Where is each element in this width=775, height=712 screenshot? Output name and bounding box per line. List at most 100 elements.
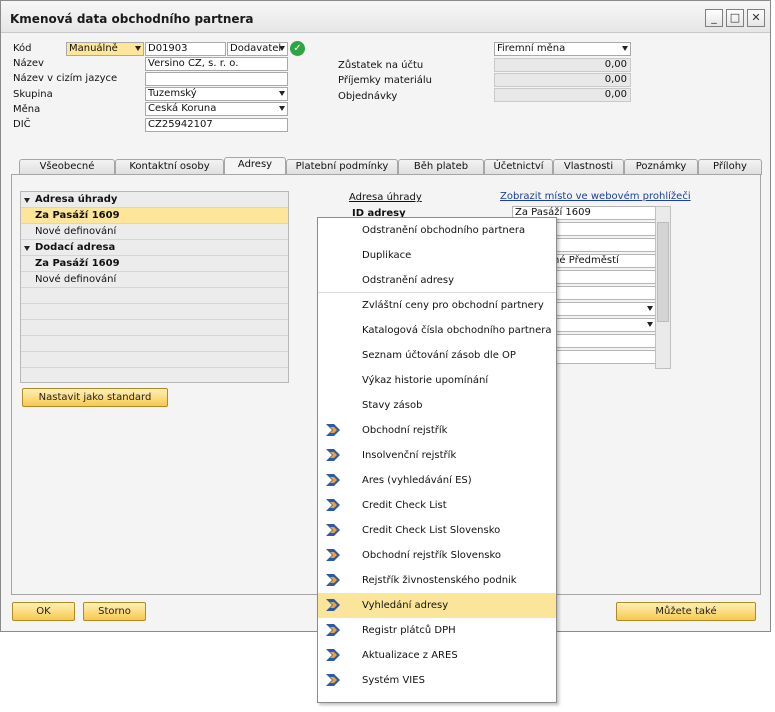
window-title: Kmenová data obchodního partnera [10, 12, 254, 26]
chevron-down-icon [279, 106, 285, 111]
context-menu: Odstranění obchodního partnera Duplikace… [317, 217, 557, 703]
address-grid: Adresa úhrady Za Pasáží 1609 Nové defino… [20, 191, 289, 383]
tab-kontaktni-osoby[interactable]: Kontaktní osoby [115, 159, 224, 175]
tab-vseobecne[interactable]: Všeobecné [19, 159, 115, 175]
menu-item-zvlastni-ceny[interactable]: Zvláštní ceny pro obchodní partnery [318, 293, 556, 318]
tab-poznamky[interactable]: Poznámky [624, 159, 698, 175]
set-default-button[interactable]: Nastavit jako standard [22, 388, 168, 407]
detail-scrollbar[interactable] [655, 206, 671, 369]
mena-value: Česká Koruna [148, 103, 217, 114]
empty-row [21, 352, 288, 368]
tab-beh-plateb[interactable]: Běh plateb [398, 159, 484, 175]
collapse-icon [24, 246, 30, 251]
mena-select[interactable]: Česká Koruna [145, 102, 288, 116]
chevron-down-icon [279, 91, 285, 96]
kod-series-select[interactable]: Manuálně [66, 42, 144, 56]
kod-input[interactable]: D01903 [145, 42, 226, 56]
menu-item-label: Ares (vyhledávání ES) [362, 475, 472, 486]
objednavky-value: 0,00 [494, 88, 631, 102]
nazev-input[interactable]: Versino CZ, s. r. o. [145, 57, 288, 71]
chevron-down-icon [647, 322, 653, 327]
dic-input[interactable]: CZ25942107 [145, 118, 288, 132]
menu-item-katalogova-cisla[interactable]: Katalogová čísla obchodního partnera [318, 318, 556, 343]
tab-prilohy[interactable]: Přílohy [698, 159, 762, 175]
skupina-value: Tuzemský [148, 88, 197, 99]
menu-item-obchodni-rejstrik-sk[interactable]: Obchodní rejstřík Slovensko [318, 543, 556, 568]
menu-item-aktualizace-ares[interactable]: Aktualizace z ARES [318, 643, 556, 668]
chevron-down-icon [622, 46, 628, 51]
nazev-cizi-input[interactable] [145, 72, 288, 86]
menu-item-registr-dph[interactable]: Registr plátců DPH [318, 618, 556, 643]
menu-item-credit-check-sk[interactable]: Credit Check List Slovensko [318, 518, 556, 543]
address-row[interactable]: Nové definování [21, 272, 288, 288]
close-button[interactable]: ✕ [747, 9, 765, 27]
zustatek-label: Zůstatek na účtu [338, 60, 424, 71]
menu-item-odstraneni-partnera[interactable]: Odstranění obchodního partnera [318, 218, 556, 243]
scrollbar-thumb[interactable] [657, 222, 669, 322]
chevron-down-icon [647, 306, 653, 311]
menu-item-label: Obchodní rejstřík Slovensko [362, 550, 502, 561]
skupina-label: Skupina [13, 89, 53, 100]
menu-item-label: Registr plátců DPH [362, 625, 456, 636]
empty-row [21, 336, 288, 352]
chevron-down-icon [135, 46, 141, 51]
mena-label: Měna [13, 104, 41, 115]
menu-item-insolvencni-rejstrik[interactable]: Insolvenční rejstřík [318, 443, 556, 468]
ok-button[interactable]: OK [12, 602, 75, 621]
group-label: Dodací adresa [35, 242, 116, 253]
menu-item-zivnostensky-rejstrik[interactable]: Rejstřík živnostenského podnik [318, 568, 556, 593]
addon-icon [324, 422, 342, 439]
menu-item-credit-check[interactable]: Credit Check List [318, 493, 556, 518]
prijemky-value: 0,00 [494, 73, 631, 87]
browser-link[interactable]: Zobrazit místo ve webovém prohlížeči [500, 191, 691, 202]
maximize-button[interactable]: □ [726, 9, 744, 27]
prijemky-label: Příjemky materiálu [338, 75, 433, 86]
kod-label: Kód [13, 43, 32, 54]
more-actions-button[interactable]: Můžete také [616, 602, 756, 621]
collapse-icon [24, 198, 30, 203]
nazev-label: Název [13, 58, 44, 69]
cancel-button[interactable]: Storno [83, 602, 146, 621]
addon-icon [326, 449, 340, 461]
menu-item-obchodni-rejstrik[interactable]: Obchodní rejstřík [318, 418, 556, 443]
menu-item-label: Credit Check List [362, 500, 447, 511]
group-dodaci-adresa[interactable]: Dodací adresa [21, 240, 288, 256]
address-row[interactable]: Za Pasáží 1609 [21, 256, 288, 272]
menu-item-label: Obchodní rejstřík [362, 425, 448, 436]
menu-item-label: Credit Check List Slovensko [362, 525, 501, 536]
menu-item-seznam-uctovani[interactable]: Seznam účtování zásob dle OP [318, 343, 556, 368]
empty-row [21, 304, 288, 320]
address-row[interactable]: Nové definování [21, 224, 288, 240]
addon-icon [326, 549, 340, 561]
section-label: Adresa úhrady [349, 192, 422, 203]
menu-item-odstraneni-adresy[interactable]: Odstranění adresy [318, 268, 556, 293]
check-icon: ✓ [290, 41, 305, 56]
minimize-button[interactable]: _ [705, 9, 723, 27]
addon-icon [326, 574, 340, 586]
menu-item-duplikace[interactable]: Duplikace [318, 243, 556, 268]
menu-item-label: Systém VIES [362, 675, 425, 686]
menu-item-vyhledani-adresy[interactable]: Vyhledání adresy [318, 593, 556, 618]
menu-item-system-vies[interactable]: Systém VIES [318, 668, 556, 693]
tab-platebni-podminky[interactable]: Platební podmínky [286, 159, 398, 175]
addon-icon [326, 474, 340, 486]
menu-item-ares-vyhledavani[interactable]: Ares (vyhledávání ES) [318, 468, 556, 493]
nazev-cizi-label: Název v cizím jazyce [13, 73, 118, 84]
addon-icon [326, 624, 340, 636]
menu-item-vykaz-historie[interactable]: Výkaz historie upomínání [318, 368, 556, 393]
menu-item-label: Insolvenční rejstřík [362, 450, 457, 461]
title-bar: Kmenová data obchodního partnera _ □ ✕ [1, 1, 770, 33]
tab-vlastnosti[interactable]: Vlastnosti [553, 159, 624, 175]
address-row[interactable]: Za Pasáží 1609 [21, 208, 288, 224]
empty-row [21, 320, 288, 336]
currency-select[interactable]: Firemní měna [494, 42, 631, 56]
menu-item-stavy-zasob[interactable]: Stavy zásob [318, 393, 556, 418]
menu-item-label: Rejstřík živnostenského podnik [362, 575, 517, 586]
addon-icon [326, 674, 340, 686]
tab-strip: Všeobecné Kontaktní osoby Adresy Platebn… [19, 157, 762, 176]
tab-ucetnictvi[interactable]: Účetnictví [484, 159, 553, 175]
group-adresa-uhrady[interactable]: Adresa úhrady [21, 192, 288, 208]
kod-series-value: Manuálně [69, 43, 118, 54]
skupina-select[interactable]: Tuzemský [145, 87, 288, 101]
kod-type-select[interactable]: Dodavatel [227, 42, 288, 56]
